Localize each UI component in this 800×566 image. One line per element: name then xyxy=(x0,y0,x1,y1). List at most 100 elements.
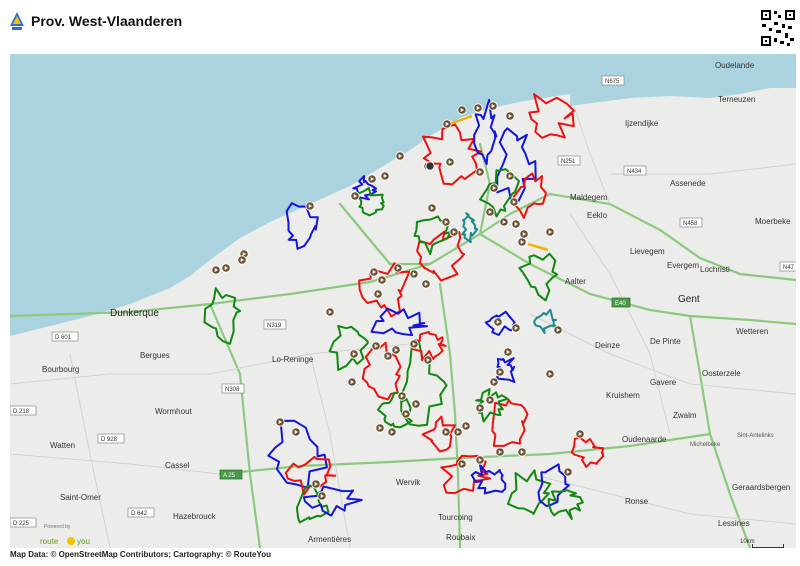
route-start-marker[interactable] xyxy=(493,317,503,327)
svg-text:D 225: D 225 xyxy=(13,521,30,527)
route-start-marker[interactable] xyxy=(380,171,390,181)
cycling-route-line[interactable] xyxy=(328,325,369,371)
svg-text:N675: N675 xyxy=(605,79,620,85)
route-start-marker[interactable] xyxy=(421,279,431,289)
route-start-marker[interactable] xyxy=(387,427,397,437)
place-label: Ronse xyxy=(625,497,649,506)
route-start-marker[interactable] xyxy=(473,103,483,113)
route-start-marker[interactable] xyxy=(237,255,247,265)
route-start-marker[interactable] xyxy=(545,227,555,237)
route-start-marker[interactable] xyxy=(371,341,381,351)
routeyou-brand-logo: Powered by route you xyxy=(40,524,90,546)
cycling-route-line[interactable] xyxy=(284,455,337,496)
place-label: Lessines xyxy=(718,519,750,528)
route-start-marker[interactable] xyxy=(503,347,513,357)
route-start-marker[interactable] xyxy=(553,325,563,335)
route-start-marker[interactable] xyxy=(495,367,505,377)
route-start-marker[interactable] xyxy=(423,355,433,365)
svg-text:N434: N434 xyxy=(627,169,642,175)
svg-text:N308: N308 xyxy=(225,387,240,393)
route-start-marker[interactable] xyxy=(305,201,315,211)
route-start-marker[interactable] xyxy=(397,391,407,401)
route-start-marker[interactable] xyxy=(461,421,471,431)
route-start-marker[interactable] xyxy=(485,207,495,217)
route-start-marker[interactable] xyxy=(291,427,301,437)
route-start-marker[interactable] xyxy=(317,491,327,501)
route-start-marker[interactable] xyxy=(395,151,405,161)
route-start-marker[interactable] xyxy=(221,263,231,273)
route-start-marker[interactable] xyxy=(453,427,463,437)
route-start-marker[interactable] xyxy=(349,349,359,359)
route-start-marker[interactable] xyxy=(442,119,452,129)
route-start-marker[interactable] xyxy=(575,429,585,439)
route-map[interactable]: Oudelande Terneuzen Ijzendijke Maldegem Asse… xyxy=(10,54,796,548)
route-start-marker[interactable] xyxy=(347,377,357,387)
place-label: Oudelande xyxy=(715,61,755,70)
route-start-marker[interactable] xyxy=(488,101,498,111)
place-label: Lievegem xyxy=(630,247,665,256)
route-start-marker[interactable] xyxy=(475,403,485,413)
scale-bar xyxy=(752,544,784,548)
route-start-marker[interactable] xyxy=(563,467,573,477)
place-label: Kruishem xyxy=(606,391,640,400)
cycling-route-line[interactable] xyxy=(302,485,363,517)
route-start-marker[interactable] xyxy=(393,263,403,273)
cycling-route-line[interactable] xyxy=(528,93,575,139)
route-start-marker[interactable] xyxy=(325,307,335,317)
cycling-route-line[interactable] xyxy=(416,230,466,282)
svg-text:E40: E40 xyxy=(615,301,626,307)
route-start-marker[interactable] xyxy=(383,351,393,361)
route-start-marker[interactable] xyxy=(275,417,285,427)
route-start-marker[interactable] xyxy=(457,105,467,115)
road-shield: E40 xyxy=(611,297,631,308)
route-start-marker[interactable] xyxy=(545,369,555,379)
cycling-route-line[interactable] xyxy=(358,262,411,318)
route-start-marker[interactable] xyxy=(441,427,451,437)
route-start-marker[interactable] xyxy=(517,237,527,247)
route-start-marker[interactable] xyxy=(409,339,419,349)
finish-flag-icon[interactable] xyxy=(425,161,435,171)
place-label: Ijzendijke xyxy=(625,119,659,128)
route-start-marker[interactable] xyxy=(509,197,519,207)
cycling-route-line[interactable] xyxy=(507,469,552,515)
route-start-marker[interactable] xyxy=(489,183,499,193)
route-start-marker[interactable] xyxy=(441,217,451,227)
cycling-route-line[interactable] xyxy=(355,187,385,217)
route-start-marker[interactable] xyxy=(511,323,521,333)
route-start-marker[interactable] xyxy=(475,167,485,177)
route-start-marker[interactable] xyxy=(369,267,379,277)
route-start-marker[interactable] xyxy=(495,447,505,457)
route-start-marker[interactable] xyxy=(445,157,455,167)
route-start-marker[interactable] xyxy=(457,459,467,469)
cycling-route-line[interactable] xyxy=(370,307,429,337)
route-start-marker[interactable] xyxy=(485,395,495,405)
route-start-marker[interactable] xyxy=(367,174,377,184)
route-start-marker[interactable] xyxy=(519,229,529,239)
route-start-marker[interactable] xyxy=(517,447,527,457)
svg-text:A 25: A 25 xyxy=(223,473,236,479)
route-start-marker[interactable] xyxy=(350,191,360,201)
brand-you-label: you xyxy=(77,537,90,546)
route-start-marker[interactable] xyxy=(489,377,499,387)
cycling-route-line[interactable] xyxy=(491,399,529,447)
route-start-marker[interactable] xyxy=(401,409,411,419)
route-start-marker[interactable] xyxy=(499,217,509,227)
route-start-marker[interactable] xyxy=(391,345,401,355)
cycling-route-line[interactable] xyxy=(295,484,330,524)
route-start-marker[interactable] xyxy=(377,275,387,285)
route-start-marker[interactable] xyxy=(311,479,321,489)
route-start-marker[interactable] xyxy=(449,227,459,237)
page-header: Prov. West-Vlaanderen xyxy=(0,0,800,54)
route-start-marker[interactable] xyxy=(511,219,521,229)
road-shield: N251 xyxy=(557,155,581,166)
route-start-marker[interactable] xyxy=(211,265,221,275)
route-start-marker[interactable] xyxy=(375,423,385,433)
route-start-marker[interactable] xyxy=(411,399,421,409)
route-start-marker[interactable] xyxy=(505,111,515,121)
route-start-marker[interactable] xyxy=(373,289,383,299)
route-start-marker[interactable] xyxy=(427,203,437,213)
cycling-route-line[interactable] xyxy=(527,242,549,252)
route-start-marker[interactable] xyxy=(475,455,485,465)
route-start-marker[interactable] xyxy=(505,171,515,181)
route-start-marker[interactable] xyxy=(409,269,419,279)
